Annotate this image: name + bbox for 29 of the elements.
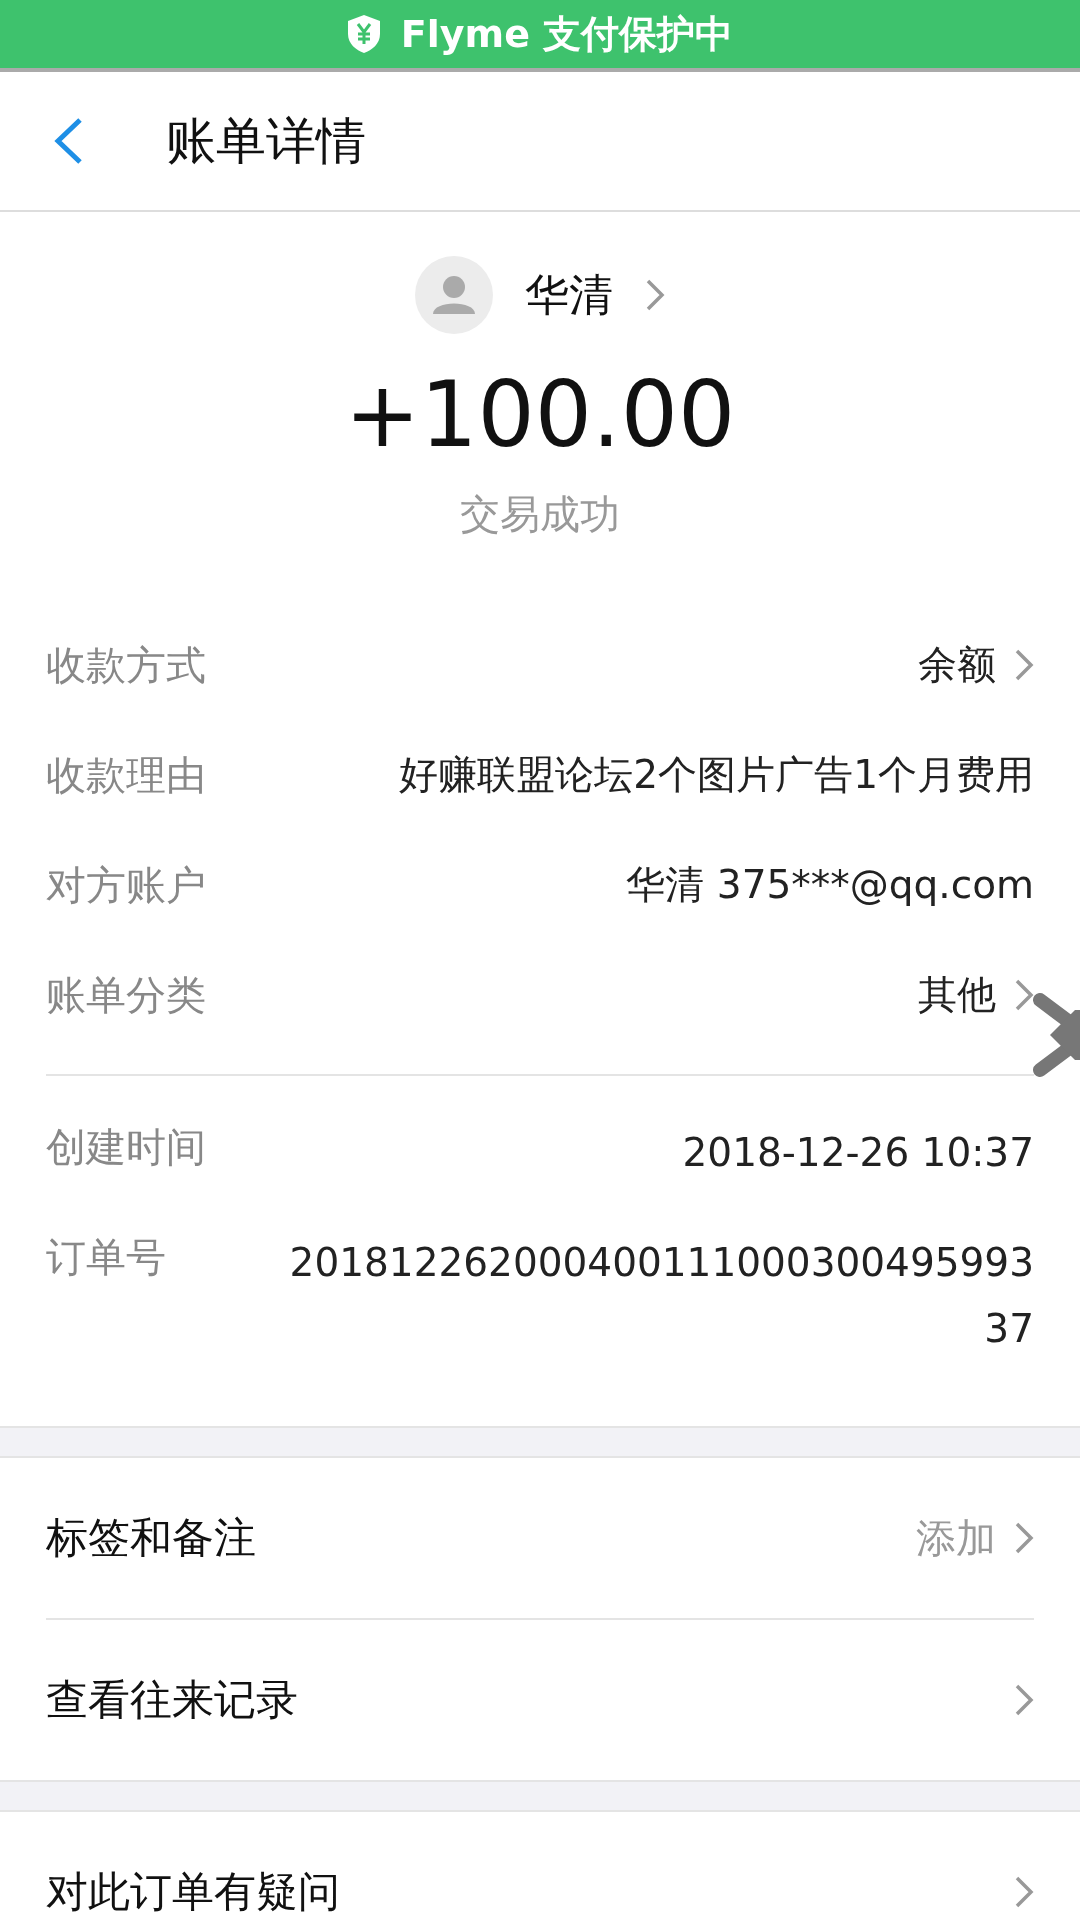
chevron-right-icon <box>1014 1521 1034 1555</box>
menu-item[interactable]: 对此订单有疑问 <box>46 1864 340 1920</box>
payer-name[interactable]: 华清 <box>525 265 613 325</box>
amount: +100.00 <box>344 362 736 467</box>
protection-text: Flyme 支付保护中 <box>400 10 734 58</box>
detail-label: 订单号 <box>46 1233 166 1282</box>
chevron-right-icon <box>1014 648 1034 682</box>
menu-value: 添加 <box>916 1513 996 1563</box>
menu-item[interactable]: 标签和备注 <box>46 1510 256 1566</box>
avatar-icon[interactable] <box>415 256 493 334</box>
detail-value: 好赚联盟论坛2个图片广告1个月费用 <box>399 751 1034 799</box>
shield-icon <box>346 14 381 54</box>
menu-item[interactable]: 查看往来记录 <box>46 1672 298 1728</box>
detail-label: 收款理由 <box>46 750 206 800</box>
transaction-status: 交易成功 <box>460 490 620 539</box>
chevron-right-icon <box>1014 1683 1034 1717</box>
detail-value: 2018-12-26 10:37 <box>681 1129 1034 1177</box>
detail-value: 华清 375***@qq.com <box>626 861 1034 909</box>
detail-label: 收款方式 <box>46 640 206 690</box>
detail-value: 20181226200040011100030049599337 <box>288 1239 1034 1353</box>
detail-label: 创建时间 <box>46 1123 206 1172</box>
detail-value[interactable]: 其他 <box>918 968 996 1022</box>
chevron-right-icon <box>1014 1875 1034 1909</box>
chevron-right-icon <box>1014 978 1034 1012</box>
chevron-right-icon <box>645 278 665 312</box>
page-title: 账单详情 <box>166 110 366 172</box>
detail-label: 对方账户 <box>46 860 206 910</box>
detail-value[interactable]: 余额 <box>918 638 996 692</box>
detail-label: 账单分类 <box>46 970 206 1020</box>
